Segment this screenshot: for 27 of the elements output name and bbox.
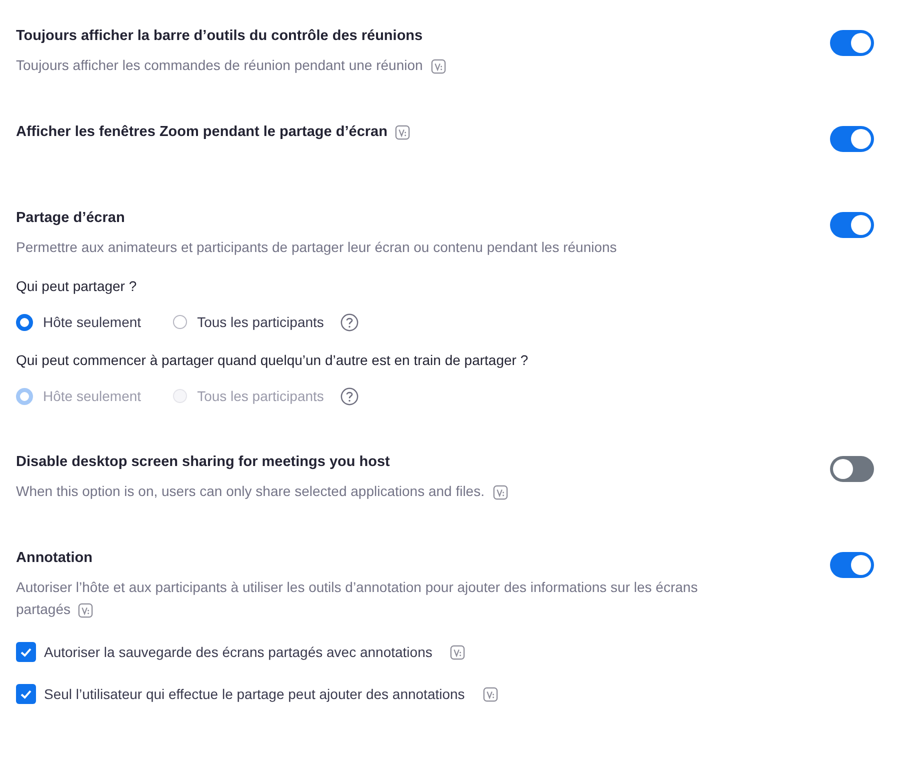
toggle-switch[interactable] — [830, 552, 874, 578]
setting-title: Annotation — [16, 549, 93, 568]
setting-title: Toujours afficher la barre d’outils du contrôle des réunions — [16, 27, 423, 46]
setting-title: Afficher les fenêtres Zoom pendant le partage d’écran — [16, 123, 388, 142]
setting-description: Toujours afficher les commandes de réunion pendant une réunion — [16, 57, 423, 73]
radio-button[interactable] — [16, 314, 33, 330]
toggle-switch[interactable] — [830, 126, 874, 152]
checkbox-label[interactable]: Seul l’utilisateur qui effectue le partage peut ajouter des annotations — [44, 684, 465, 704]
checkbox[interactable] — [16, 642, 36, 662]
radio-label[interactable]: Hôte seulement — [43, 312, 142, 332]
toggle-switch[interactable] — [830, 30, 874, 56]
question-label: Qui peut commencer à partager quand quelqu’un d’autre est en train de partager ? — [16, 351, 530, 370]
toggle-switch[interactable] — [830, 212, 874, 238]
setting-description: Autoriser l’hôte et aux participants à utiliser les outils d’annotation pour ajouter des informations sur les écrans partagés — [16, 579, 698, 617]
toggle-switch[interactable] — [830, 456, 874, 482]
checkbox-label[interactable]: Autoriser la sauvegarde des écrans partagés avec annotations — [44, 642, 432, 662]
setting-description: Permettre aux animateurs et participants de partager leur écran ou contenu pendant les réunions — [16, 239, 617, 255]
radio-button[interactable] — [173, 315, 188, 329]
setting-title: Partage d’écran — [16, 209, 125, 228]
setting-title: Disable desktop screen sharing for meetings you host — [16, 453, 390, 472]
checkbox[interactable] — [16, 684, 36, 704]
help-icon[interactable] — [340, 312, 359, 332]
radio-label[interactable]: Tous les participants — [197, 312, 324, 332]
radio-label: Tous les participants — [197, 387, 324, 406]
radio-label: Hôte seulement — [43, 387, 142, 406]
question-label: Qui peut partager ? — [16, 277, 138, 296]
setting-description: When this option is on, users can only share selected applications and files. — [16, 483, 484, 499]
